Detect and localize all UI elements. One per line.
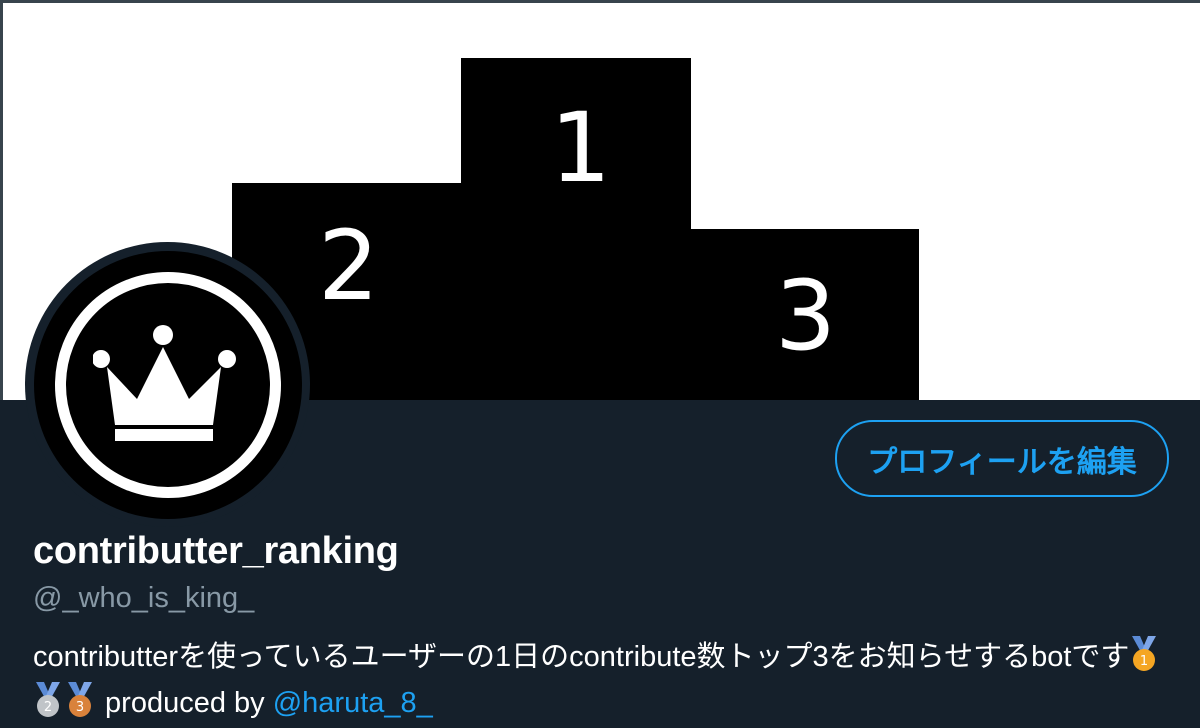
banner-border-left: [0, 0, 3, 400]
edit-profile-button[interactable]: プロフィールを編集: [835, 420, 1169, 497]
bio-text: contributterを使っているユーザーの1日のcontribute数トップ…: [33, 641, 1130, 673]
crown-icon: [92, 324, 236, 441]
avatar-ring: [54, 271, 281, 498]
medal-number-1: 1: [1140, 654, 1148, 669]
gold-medal-icon: 1: [1129, 636, 1159, 682]
silver-medal-icon: 2: [33, 682, 63, 728]
bronze-medal-icon: 3: [65, 682, 95, 728]
bio-suffix: produced by: [97, 687, 273, 719]
podium-label-1: 1: [550, 92, 612, 204]
user-handle: @_who_is_king_: [33, 582, 255, 614]
medal-number-2: 2: [44, 700, 52, 715]
avatar-background: [33, 250, 302, 519]
medal-number-3: 3: [76, 700, 84, 715]
podium-label-3: 3: [775, 260, 837, 372]
banner-border-top: [0, 0, 1200, 3]
profile-avatar[interactable]: [25, 242, 310, 527]
podium-label-2: 2: [318, 210, 380, 322]
display-name: contributter_ranking: [33, 530, 399, 572]
bio-mention-link[interactable]: @haruta_8_: [273, 687, 433, 719]
profile-bio: contributterを使っているユーザーの1日のcontribute数トップ…: [33, 636, 1183, 728]
